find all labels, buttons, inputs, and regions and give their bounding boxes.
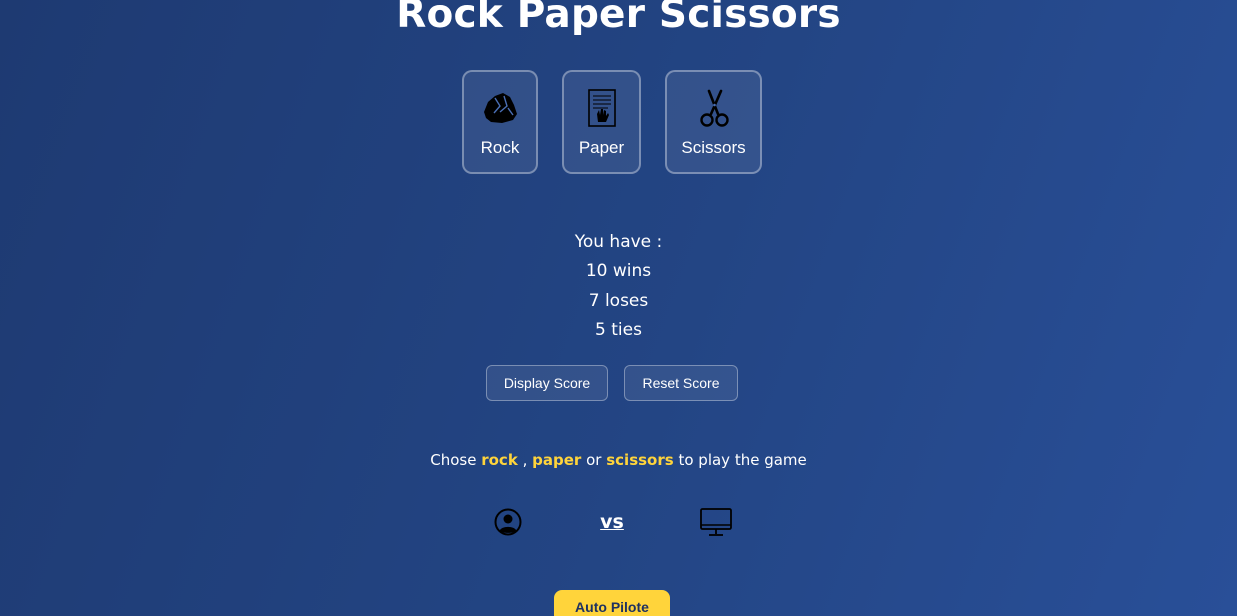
paper-label: Paper [578,138,625,157]
score-intro: You have : [574,232,663,252]
instruction-or: or [586,451,602,469]
instruction-rock: rock [481,451,518,469]
instruction-scissors: scissors [606,451,674,469]
instruction-prefix: Chose [430,451,477,469]
computer-monitor-icon [700,508,732,536]
score-ties: 5 ties [595,320,642,340]
scissors-icon [699,89,729,127]
rock-label: Rock [480,138,520,157]
reset-score-button[interactable]: Reset Score [624,365,738,401]
vs-label: vs [600,511,624,533]
score-wins: 10 wins [585,261,652,281]
instruction-paper: paper [532,451,582,469]
score-loses: 7 loses [588,291,649,311]
paper-button[interactable]: Paper [562,70,641,174]
rock-icon [484,93,517,123]
scissors-label: Scissors [681,138,746,157]
page-title: Rock Paper Scissors [396,0,841,37]
auto-pilot-button[interactable]: Auto Pilote [554,590,670,616]
user-circle-icon [494,508,522,536]
scissors-button[interactable]: Scissors [665,70,762,174]
instruction-suffix: to play the game [678,451,807,469]
rock-button[interactable]: Rock [462,70,538,174]
instruction-separator: , [522,451,528,469]
paper-icon [587,89,616,127]
display-score-button[interactable]: Display Score [486,365,608,401]
instruction-text: Chose rock , paper or scissors to play t… [0,451,1237,469]
